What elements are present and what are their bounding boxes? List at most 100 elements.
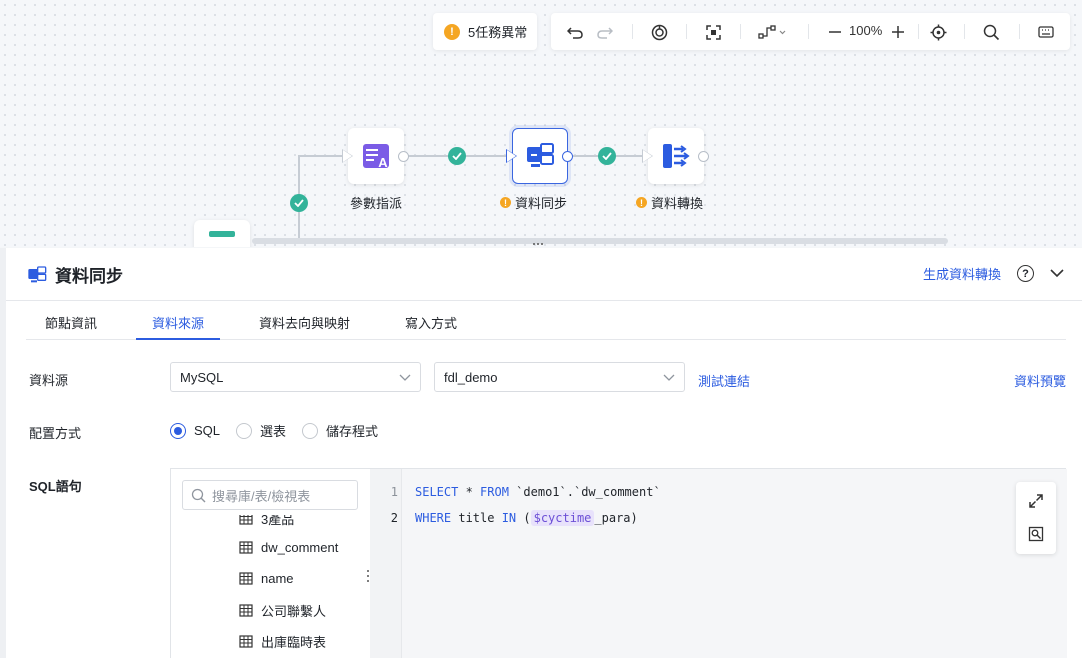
code-line: SELECT * FROM `demo1`.`dw_comment` (415, 485, 661, 499)
data-sync-icon (527, 143, 554, 167)
success-check-icon (598, 147, 616, 165)
node-config-panel: 資料同步 生成資料轉換 ? 節點資訊 資料來源 資料去向與映射 寫入方式 資料源… (6, 248, 1082, 658)
config-mode-radios: SQL 選表 儲存程式 (170, 421, 394, 440)
warning-icon: ! (500, 197, 511, 208)
success-check-icon (448, 147, 466, 165)
node-data-transform[interactable] (648, 128, 704, 184)
search-icon (191, 488, 206, 502)
editor-float-toolbar (1016, 482, 1056, 554)
panel-title: 資料同步 (27, 262, 123, 287)
config-mode-label: 配置方式 (29, 426, 82, 441)
format-sql-icon[interactable] (1027, 525, 1045, 543)
node-label: ! 資料同步 (500, 193, 567, 212)
line-number-gutter: 1 2 (370, 469, 402, 658)
code-line: WHERE title IN ($cyctime _para) (415, 510, 638, 526)
canvas-toolbar: 100% (551, 13, 1070, 50)
sql-statement-label: SQL語句 (29, 479, 82, 494)
tree-table-item[interactable]: name (239, 571, 294, 586)
radio-indicator[interactable] (170, 422, 186, 439)
expand-icon[interactable] (1027, 492, 1045, 510)
datasource-type-select[interactable]: MySQL (170, 362, 421, 392)
table-icon (239, 604, 253, 617)
success-check-icon (290, 194, 308, 212)
node-icon (209, 231, 235, 237)
chevron-down-icon (663, 374, 675, 381)
auto-layout-icon[interactable] (649, 22, 669, 42)
sql-editor-container: 3產品 搜尋庫/表/檢視表 dw_comment name 公司聯繫人 出庫臨時… (170, 468, 1067, 658)
radio-indicator[interactable] (302, 422, 319, 439)
locate-icon[interactable] (928, 22, 948, 42)
task-exception-alert[interactable]: ! 5任務異常 (433, 13, 537, 50)
node-data-sync[interactable] (512, 128, 568, 184)
datasource-label: 資料源 (29, 373, 69, 388)
tree-table-item[interactable]: dw_comment (239, 540, 338, 555)
toolbar-divider (740, 24, 741, 39)
output-port[interactable] (398, 151, 409, 162)
tree-table-item[interactable]: 公司聯繫人 (239, 601, 326, 620)
sql-parameter: $cyctime (530, 510, 595, 526)
output-port[interactable] (562, 151, 573, 162)
help-icon[interactable]: ? (1017, 265, 1034, 282)
data-sync-icon (28, 265, 47, 282)
toolbar-divider (918, 24, 919, 39)
chevron-down-icon[interactable] (1050, 269, 1064, 278)
tab-destination-mapping[interactable]: 資料去向與映射 (259, 313, 350, 332)
test-connection-link[interactable]: 測試連結 (698, 371, 750, 390)
svg-text:A: A (378, 155, 388, 170)
input-port (507, 150, 516, 162)
database-value: fdl_demo (444, 369, 498, 385)
workflow-node-partial[interactable] (194, 220, 250, 247)
output-port[interactable] (698, 151, 709, 162)
zoom-level: 100% (849, 23, 883, 38)
toolbar-divider (632, 24, 633, 39)
table-search-input[interactable]: 搜尋庫/表/檢視表 (182, 480, 358, 510)
line-number: 2 (390, 511, 398, 525)
node-param-assign[interactable]: A (348, 128, 404, 184)
radio-stored-procedure[interactable]: 儲存程式 (302, 421, 378, 440)
panel-actions: 生成資料轉換 ? (923, 264, 1064, 283)
connector-style-icon[interactable] (757, 22, 787, 42)
generate-transform-link[interactable]: 生成資料轉換 (923, 264, 1001, 283)
workflow-canvas[interactable]: A 參數指派 ! 資料同步 ! 資料轉換 ! 5任務異常 100% (0, 0, 1082, 247)
node-label: ! 資料轉換 (636, 193, 703, 212)
node-label: 參數指派 (350, 196, 403, 211)
radio-select-table[interactable]: 選表 (236, 421, 286, 440)
toolbar-divider (1019, 24, 1020, 39)
radio-indicator[interactable] (236, 422, 253, 439)
edge-line (298, 155, 348, 157)
toolbar-divider (808, 24, 809, 39)
keyboard-icon[interactable] (1036, 22, 1056, 42)
datasource-type-value: MySQL (180, 369, 224, 385)
tab-node-info[interactable]: 節點資訊 (45, 313, 97, 332)
canvas-horizontal-scrollbar[interactable] (252, 238, 948, 244)
search-icon[interactable] (981, 22, 1001, 42)
line-number: 1 (390, 485, 398, 499)
fit-view-icon[interactable] (703, 22, 723, 42)
warning-icon: ! (444, 23, 460, 40)
tab-write-mode[interactable]: 寫入方式 (405, 313, 457, 332)
zoom-out-icon[interactable] (825, 22, 845, 42)
sql-code-editor[interactable]: SELECT * FROM `demo1`.`dw_comment` WHERE… (402, 469, 1067, 658)
active-tab-indicator (136, 338, 220, 340)
data-preview-link[interactable]: 資料預覽 (1014, 371, 1066, 390)
database-select[interactable]: fdl_demo (434, 362, 685, 392)
toolbar-divider (686, 24, 687, 39)
chevron-down-icon (399, 374, 411, 381)
zoom-in-icon[interactable] (888, 22, 908, 42)
param-assign-icon: A (363, 144, 389, 170)
table-icon (239, 572, 253, 585)
redo-icon[interactable] (595, 22, 615, 42)
data-transform-icon (663, 144, 690, 168)
undo-icon[interactable] (565, 22, 585, 42)
table-tree[interactable]: 3產品 搜尋庫/表/檢視表 dw_comment name 公司聯繫人 出庫臨時… (171, 469, 370, 658)
task-exception-text: 5任務異常 (468, 25, 528, 40)
toolbar-divider (964, 24, 965, 39)
input-port (643, 150, 652, 162)
input-port (343, 150, 352, 162)
config-tabs: 節點資訊 資料來源 資料去向與映射 寫入方式 (26, 301, 1066, 340)
table-icon (239, 541, 253, 554)
table-icon (239, 635, 253, 648)
tab-data-source[interactable]: 資料來源 (152, 313, 204, 332)
tree-table-item[interactable]: 出庫臨時表 (239, 632, 326, 651)
radio-sql[interactable]: SQL (170, 422, 220, 439)
